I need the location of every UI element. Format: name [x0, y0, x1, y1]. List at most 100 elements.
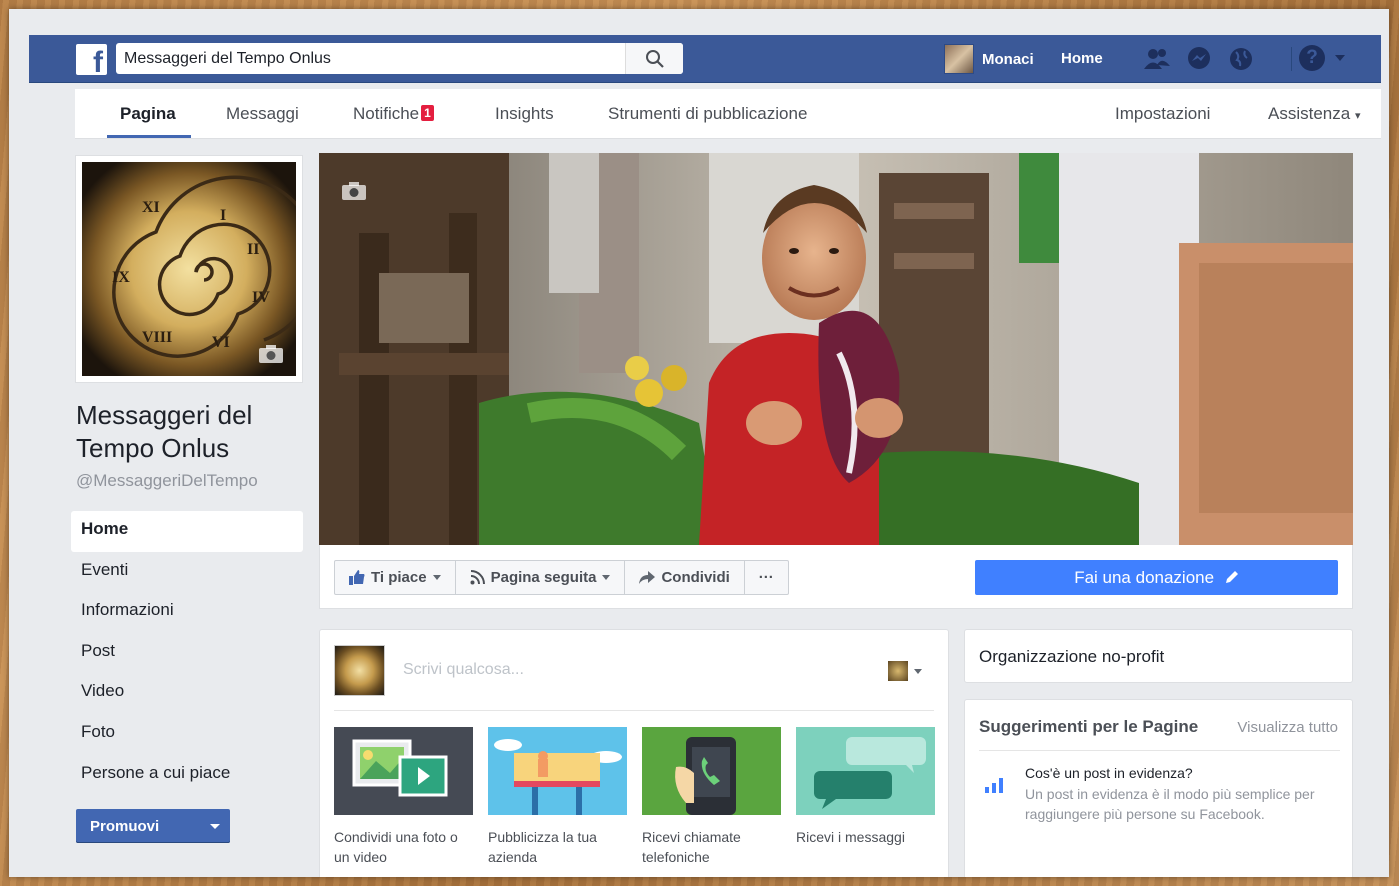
- divider: [979, 750, 1340, 751]
- chevron-down-icon[interactable]: [1335, 55, 1345, 61]
- following-label: Pagina seguita: [490, 569, 597, 586]
- home-link[interactable]: Home: [1061, 50, 1103, 67]
- rss-icon: [470, 570, 485, 585]
- search-input[interactable]: Messaggeri del Tempo Onlus: [124, 50, 331, 68]
- caret-icon: ▾: [1354, 110, 1361, 122]
- camera-icon[interactable]: [258, 344, 284, 364]
- tile-phone-calls-label: Ricevi chiamate telefoniche: [642, 829, 741, 865]
- tab-notifiche[interactable]: Notifiche 1: [353, 104, 434, 124]
- like-button[interactable]: Ti piace: [335, 561, 456, 594]
- tab-strumenti[interactable]: Strumenti di pubblicazione: [608, 104, 807, 124]
- left-nav-home[interactable]: Home: [71, 511, 303, 552]
- billboard-icon: [488, 727, 627, 815]
- left-nav-informazioni[interactable]: Informazioni: [71, 592, 303, 633]
- donate-button[interactable]: Fai una donazione: [975, 560, 1338, 595]
- tile-messages[interactable]: Ricevi i messaggi: [796, 727, 935, 867]
- share-arrow-icon: [639, 571, 656, 584]
- chevron-down-icon: [914, 668, 922, 674]
- share-label: Condividi: [661, 569, 730, 586]
- see-all-link[interactable]: Visualizza tutto: [1237, 719, 1338, 736]
- messenger-icon[interactable]: [1184, 44, 1214, 74]
- promote-button[interactable]: Promuovi: [76, 809, 230, 843]
- following-button[interactable]: Pagina seguita: [456, 561, 626, 594]
- tile-photo-video-label: Condividi una foto o un video: [334, 829, 458, 865]
- phone-icon: [642, 727, 781, 815]
- svg-text:II: II: [247, 241, 259, 258]
- tab-pagina[interactable]: Pagina: [120, 104, 176, 124]
- action-bar: Ti piace Pagina seguita Condividi ··· Fa…: [319, 545, 1353, 609]
- tile-phone-calls[interactable]: Ricevi chiamate telefoniche: [642, 727, 781, 867]
- search-button[interactable]: [625, 43, 683, 74]
- topbar-divider: [1291, 47, 1292, 71]
- tab-insights[interactable]: Insights: [495, 104, 554, 124]
- page-nav: Pagina Messaggi Notifiche 1 Insights Stru…: [75, 89, 1381, 139]
- like-label: Ti piace: [371, 569, 427, 586]
- left-nav-foto[interactable]: Foto: [71, 714, 303, 755]
- help-menu[interactable]: ?: [1299, 45, 1345, 71]
- photo-video-icon: [334, 727, 473, 815]
- tile-photo-video[interactable]: Condividi una foto o un video: [334, 727, 473, 867]
- page-category-label[interactable]: Organizzazione no-profit: [979, 647, 1164, 667]
- search-bar[interactable]: Messaggeri del Tempo Onlus: [116, 43, 683, 74]
- left-nav-post[interactable]: Post: [71, 633, 303, 674]
- svg-text:VI: VI: [212, 334, 230, 351]
- svg-text:VIII: VIII: [142, 329, 172, 346]
- tab-assistenza[interactable]: Assistenza ▾: [1268, 104, 1360, 124]
- thumbs-up-icon: [349, 570, 365, 585]
- tab-impostazioni[interactable]: Impostazioni: [1115, 104, 1210, 124]
- search-icon: [646, 50, 664, 68]
- page-suggestions: Suggerimenti per le Pagine Visualizza tu…: [964, 699, 1353, 877]
- post-as-selector[interactable]: [888, 661, 922, 681]
- divider: [334, 710, 934, 711]
- tile-messages-label: Ricevi i messaggi: [796, 829, 905, 845]
- share-button[interactable]: Condividi: [625, 561, 745, 594]
- help-icon[interactable]: ?: [1299, 45, 1325, 71]
- left-nav-persone[interactable]: Persone a cui piace: [71, 755, 303, 796]
- composer-tiles: Condividi una foto o un video Pubblicizz…: [334, 727, 935, 867]
- page-category: Organizzazione no-profit: [964, 629, 1353, 683]
- chat-bubbles-icon: [796, 727, 935, 815]
- notifications-globe-icon[interactable]: [1226, 44, 1256, 74]
- chevron-down-icon: [210, 824, 220, 829]
- notification-badge: 1: [421, 105, 434, 121]
- suggestion-description: Un post in evidenza è il modo più sempli…: [1025, 786, 1315, 822]
- svg-text:IX: IX: [112, 269, 130, 286]
- clock-spiral-image: I II IV VI VIII IX XI: [82, 162, 296, 376]
- friend-requests-icon[interactable]: [1142, 44, 1172, 74]
- chevron-down-icon: [602, 575, 611, 580]
- pencil-icon: [1225, 571, 1238, 583]
- svg-text:XI: XI: [142, 199, 160, 216]
- tab-notifiche-label: Notifiche: [353, 104, 420, 123]
- suggestions-title: Suggerimenti per le Pagine: [979, 717, 1199, 736]
- avatar: [944, 44, 974, 74]
- page-username[interactable]: @MessaggeriDelTempo: [76, 471, 258, 491]
- profile-picture[interactable]: I II IV VI VIII IX XI: [75, 155, 303, 383]
- more-button[interactable]: ···: [745, 561, 788, 594]
- top-bar: f Messaggeri del Tempo Onlus Monaci Home: [29, 35, 1381, 83]
- assistenza-label: Assistenza: [1268, 104, 1351, 123]
- bar-chart-icon: [985, 778, 1003, 793]
- promote-label: Promuovi: [90, 818, 160, 835]
- svg-text:IV: IV: [252, 289, 270, 306]
- page-title: Messaggeri del Tempo Onlus: [76, 400, 253, 463]
- facebook-logo-icon[interactable]: f: [76, 44, 107, 78]
- tile-promote-business[interactable]: Pubblicizza la tua azienda: [488, 727, 627, 867]
- action-buttons: Ti piace Pagina seguita Condividi ···: [334, 560, 789, 595]
- donate-label: Fai una donazione: [1074, 568, 1215, 587]
- left-nav-video[interactable]: Video: [71, 673, 303, 714]
- avatar: [888, 661, 908, 681]
- tab-messaggi[interactable]: Messaggi: [226, 104, 299, 124]
- profile-name: Monaci: [982, 50, 1034, 68]
- active-tab-indicator: [107, 135, 191, 138]
- left-nav-eventi[interactable]: Eventi: [71, 552, 303, 593]
- profile-link[interactable]: Monaci: [944, 44, 1034, 74]
- avatar: [334, 645, 385, 696]
- browser-frame: f Messaggeri del Tempo Onlus Monaci Home: [9, 9, 1389, 877]
- left-nav: Home Eventi Informazioni Post Video Foto…: [71, 511, 303, 795]
- post-input[interactable]: Scrivi qualcosa...: [403, 661, 524, 679]
- cover-photo[interactable]: [319, 153, 1353, 545]
- chevron-down-icon: [432, 575, 441, 580]
- suggestion-question[interactable]: Cos'è un post in evidenza?: [1025, 765, 1193, 781]
- cover-image: [319, 153, 1353, 545]
- camera-icon[interactable]: [341, 181, 367, 201]
